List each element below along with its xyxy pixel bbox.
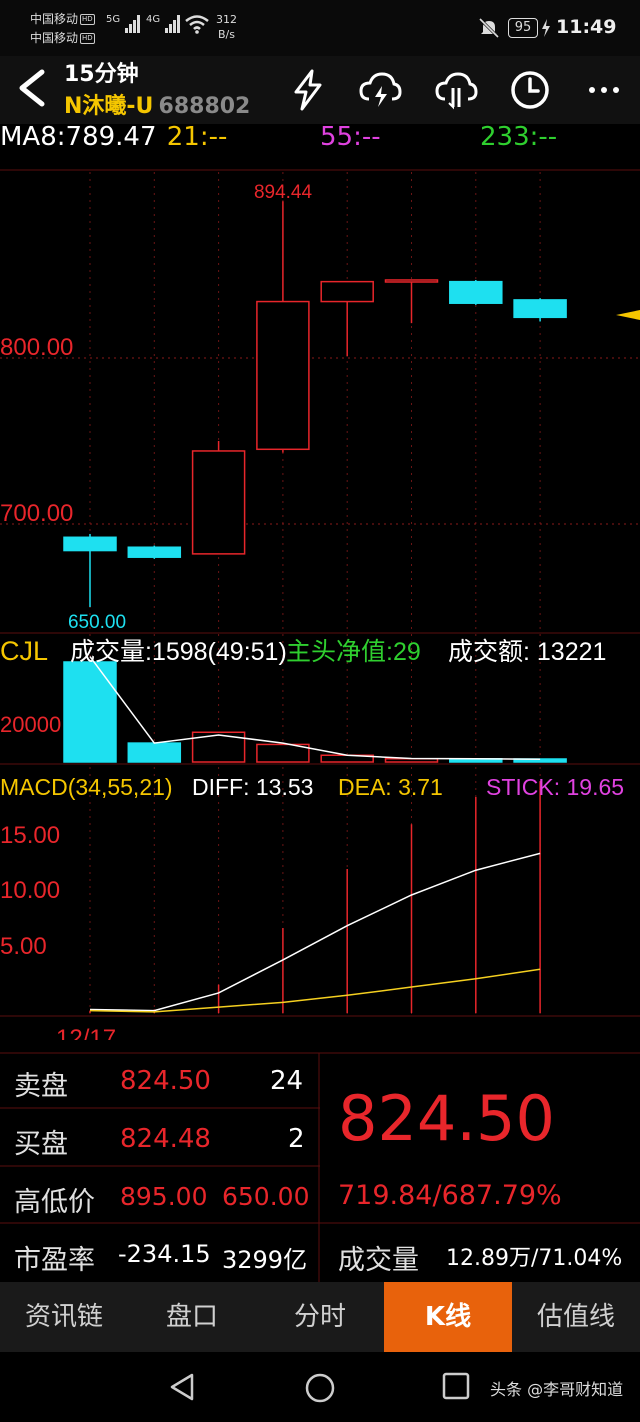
net-value: 主头净值:29: [286, 638, 421, 666]
high-price-label: 894.44: [254, 182, 313, 203]
tab-intraday[interactable]: 分时: [256, 1282, 384, 1352]
volume-bar: [127, 742, 182, 763]
candle-body: [449, 280, 503, 304]
candle-body: [191, 450, 246, 555]
buy-qty: 2: [288, 1124, 305, 1154]
volume-label: 成交量: [338, 1245, 419, 1276]
current-price-marker: [616, 310, 640, 320]
sell-price: 824.50: [120, 1066, 211, 1096]
macd-axis-10: 10.00: [0, 877, 60, 904]
tab-valuation[interactable]: 估值线: [512, 1282, 640, 1352]
market-cap: 3299亿: [222, 1246, 308, 1274]
buy-label: 买盘: [14, 1129, 68, 1160]
price-axis-800: 800.00: [0, 334, 73, 361]
price-change: 719.84/687.79%: [338, 1180, 562, 1211]
date-label: 12/17: [56, 1025, 116, 1040]
macd-dea-line: [89, 968, 541, 1013]
sell-qty: 24: [270, 1066, 304, 1096]
macd-dea-value: DEA: 3.71: [338, 774, 443, 800]
macd-axis-5: 5.00: [0, 933, 47, 960]
sell-label: 卖盘: [14, 1071, 68, 1102]
volume-axis-20000: 20000: [0, 712, 61, 737]
candle-body: [320, 280, 374, 303]
macd-diff-value: DIFF: 13.53: [192, 774, 313, 800]
candle-body: [384, 279, 439, 283]
candle-body: [127, 546, 182, 558]
pe-value: -234.15: [118, 1240, 211, 1268]
volume-total: 12.89万/71.04%: [446, 1246, 623, 1271]
watermark: 头条 @李哥财知道: [490, 1380, 624, 1399]
system-nav-bar: 头条 @李哥财知道: [0, 1352, 640, 1422]
volume-bars: [63, 661, 567, 763]
candle-body: [513, 299, 567, 319]
price-axis-700: 700.00: [0, 500, 73, 527]
low-price: 650.00: [222, 1182, 310, 1211]
last-price: 824.50: [338, 1082, 555, 1155]
candle-body: [256, 300, 310, 451]
candles: [63, 201, 567, 607]
amount-value: 成交额: 13221: [448, 638, 606, 666]
tab-order-book[interactable]: 盘口: [128, 1282, 256, 1352]
bottom-tab-bar: 资讯链 盘口 分时 K线 估值线: [0, 1282, 640, 1352]
low-price-label: 650.00: [68, 612, 126, 633]
nav-recents-icon[interactable]: [442, 1372, 470, 1400]
macd-title: MACD(34,55,21): [0, 774, 173, 800]
tab-news-chain[interactable]: 资讯链: [0, 1282, 128, 1352]
candle-body: [63, 536, 117, 552]
high-low-label: 高低价: [14, 1187, 95, 1218]
kline-chart[interactable]: 894.44 650.00 800.00 700.00 CJL 成交量:1598…: [0, 0, 640, 1040]
nav-home-icon[interactable]: [304, 1372, 336, 1404]
macd-diff-line: [89, 852, 541, 1012]
nav-back-icon[interactable]: [168, 1372, 198, 1402]
cjl-label: CJL: [0, 636, 48, 666]
buy-price: 824.48: [120, 1124, 211, 1154]
volume-value: 成交量:1598(49:51): [70, 638, 287, 666]
macd-stick-value: STICK: 19.65: [486, 774, 624, 800]
pe-label: 市盈率: [14, 1245, 95, 1276]
macd-axis-15: 15.00: [0, 822, 60, 849]
quote-panel: 卖盘 824.50 24 买盘 824.48 2 高低价 895.00 650.…: [0, 1052, 640, 1282]
high-price: 895.00: [120, 1182, 208, 1211]
macd-sticks: [89, 781, 541, 1013]
tab-kline[interactable]: K线: [384, 1282, 512, 1352]
volume-bar: [63, 661, 117, 763]
